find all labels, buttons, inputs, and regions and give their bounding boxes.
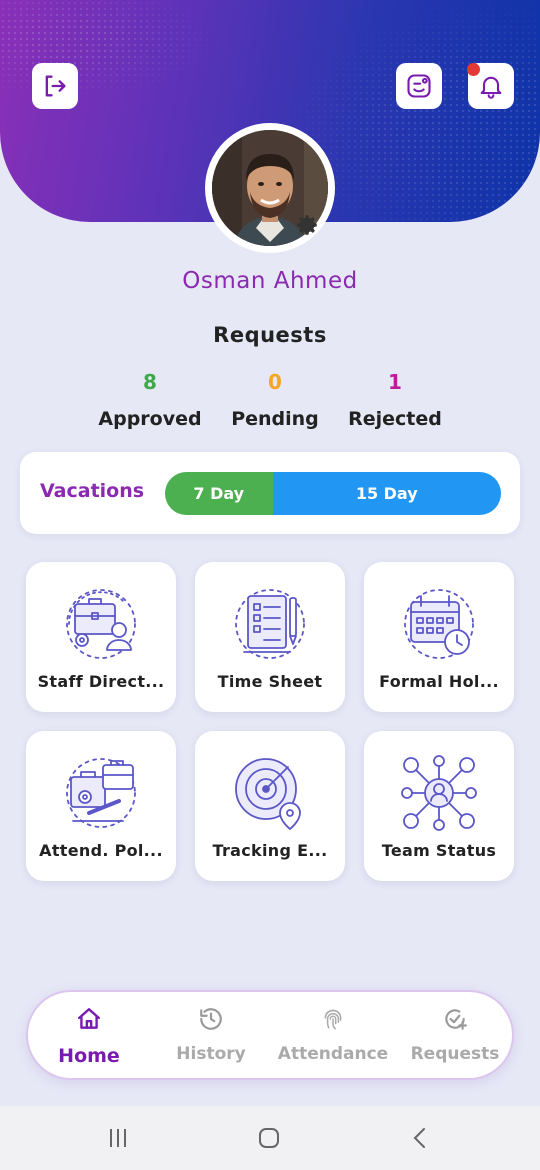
staff-directory-icon: [66, 589, 136, 659]
chat-bot-icon: [407, 74, 431, 98]
nav-attendance[interactable]: Attendance: [272, 992, 394, 1082]
vacation-used-segment: 7 Day: [165, 472, 273, 515]
tracking-radar-icon: [235, 758, 301, 830]
formal-holiday-calendar-icon: [404, 589, 474, 659]
profile-settings-button[interactable]: [292, 210, 322, 240]
tile-tracking-label: Tracking E...: [212, 841, 328, 860]
attendance-policy-icon: [66, 758, 136, 828]
nav-history[interactable]: History: [150, 992, 272, 1082]
vacations-label: Vacations: [40, 480, 145, 502]
check-add-icon: [445, 1009, 467, 1030]
home-icon: [78, 1008, 100, 1029]
tile-formal-holiday-label: Formal Hol...: [379, 672, 499, 691]
history-icon: [200, 1008, 222, 1030]
recent-apps-icon[interactable]: [106, 1126, 130, 1150]
approved-count: 8: [143, 370, 157, 394]
back-icon[interactable]: [408, 1126, 432, 1150]
tile-attendance-policy[interactable]: Attend. Pol...: [26, 731, 176, 881]
fingerprint-icon: [324, 1009, 342, 1030]
bottom-navigation: Home History Attendance Requests: [26, 990, 514, 1080]
requests-title: Requests: [213, 323, 327, 347]
vacation-remaining-segment: 15 Day: [272, 472, 501, 515]
system-home-icon[interactable]: [257, 1126, 281, 1150]
vacations-bar: 7 Day 15 Day: [165, 472, 501, 515]
tile-tracking[interactable]: Tracking E...: [195, 731, 345, 881]
nav-home-label: Home: [58, 1045, 120, 1067]
tile-staff-directory-label: Staff Direct...: [37, 672, 165, 691]
vacations-card[interactable]: Vacations 7 Day 15 Day: [20, 452, 520, 534]
time-sheet-icon: [235, 589, 305, 659]
system-navigation-bar: [0, 1106, 540, 1170]
nav-home[interactable]: Home: [28, 992, 150, 1082]
notification-dot: [467, 63, 480, 76]
tile-time-sheet[interactable]: Time Sheet: [195, 562, 345, 712]
gear-icon: [297, 215, 317, 235]
nav-history-label: History: [176, 1044, 246, 1064]
team-status-icon: [401, 755, 477, 831]
stat-pending[interactable]: 0 Pending: [205, 370, 345, 430]
tile-time-sheet-label: Time Sheet: [217, 672, 323, 691]
approved-label: Approved: [98, 408, 202, 430]
stat-approved[interactable]: 8 Approved: [80, 370, 220, 430]
stat-rejected[interactable]: 1 Rejected: [325, 370, 465, 430]
tile-staff-directory[interactable]: Staff Direct...: [26, 562, 176, 712]
rejected-count: 1: [388, 370, 402, 394]
rejected-label: Rejected: [348, 408, 442, 430]
nav-attendance-label: Attendance: [277, 1044, 389, 1064]
logout-button[interactable]: [32, 63, 78, 109]
tile-formal-holiday[interactable]: Formal Hol...: [364, 562, 514, 712]
profile-name: Osman Ahmed: [182, 268, 358, 294]
logout-icon: [45, 75, 66, 97]
pending-label: Pending: [231, 408, 319, 430]
chat-bot-button[interactable]: [396, 63, 442, 109]
tile-team-status[interactable]: Team Status: [364, 731, 514, 881]
bell-icon: [480, 76, 502, 99]
nav-requests[interactable]: Requests: [394, 992, 516, 1082]
tile-team-status-label: Team Status: [381, 841, 497, 860]
pending-count: 0: [268, 370, 282, 394]
nav-requests-label: Requests: [410, 1044, 500, 1064]
tile-attendance-policy-label: Attend. Pol...: [39, 841, 163, 860]
